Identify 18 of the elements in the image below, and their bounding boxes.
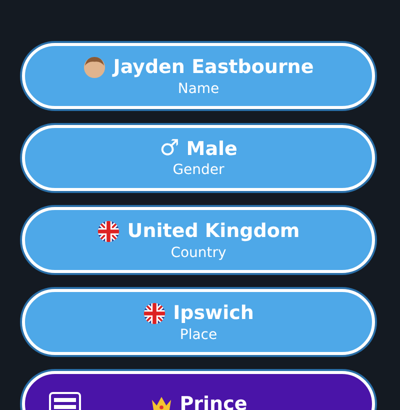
option-title: Prince	[180, 393, 248, 410]
option-label: Gender	[172, 162, 224, 178]
option-button[interactable]: United Kingdom Country	[22, 207, 375, 273]
option-title: United Kingdom	[127, 220, 300, 242]
option-button[interactable]: ♂ Male Gender	[22, 125, 375, 191]
male-symbol: ♂	[160, 138, 180, 160]
option-title: Jayden Eastbourne	[113, 56, 314, 78]
flag-icon	[143, 302, 166, 324]
option-title: Ipswich	[173, 302, 254, 324]
option-title: Male	[186, 138, 238, 160]
option-button[interactable]: Prince	[22, 371, 375, 410]
flag-icon	[97, 220, 120, 242]
option-label: Country	[170, 244, 226, 260]
avatar-icon	[83, 56, 106, 78]
option-button[interactable]: Ipswich Place	[22, 289, 375, 355]
option-label: Place	[180, 326, 218, 342]
option-label: Name	[178, 80, 220, 96]
option-button[interactable]: Jayden Eastbourne Name	[22, 43, 375, 109]
